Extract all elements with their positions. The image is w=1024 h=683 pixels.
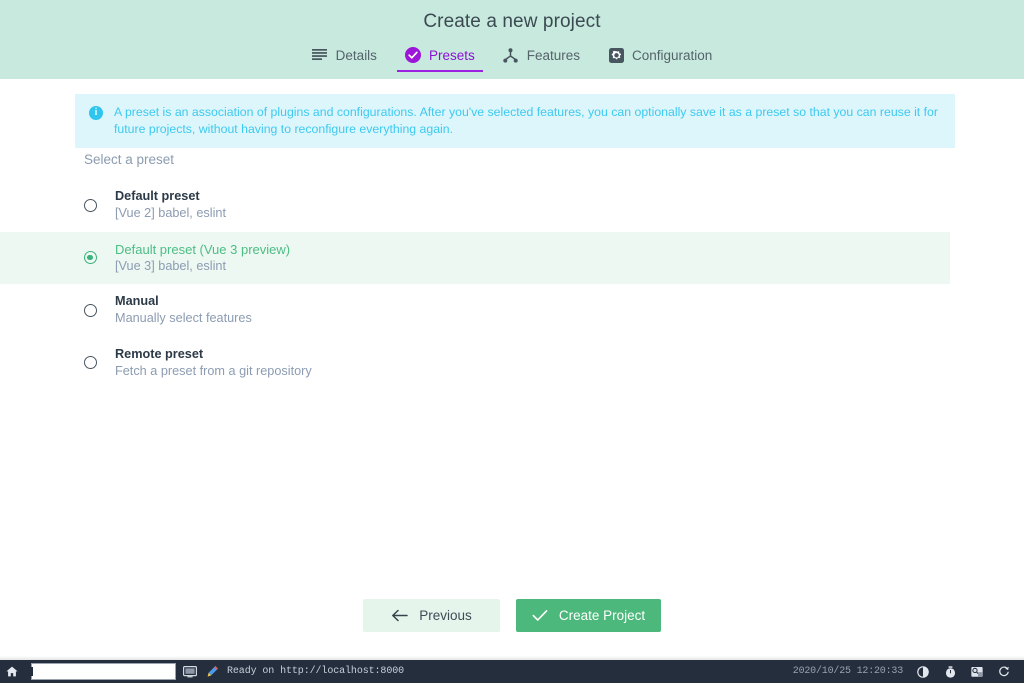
preset-description: Fetch a preset from a git repository bbox=[115, 363, 312, 378]
info-banner-text: A preset is an association of plugins an… bbox=[114, 105, 938, 136]
radio-button[interactable] bbox=[84, 303, 97, 317]
create-project-button-label: Create Project bbox=[558, 608, 646, 623]
wizard-tabs: Details Presets Features Configuration bbox=[0, 44, 1024, 72]
preset-text: Default preset (Vue 3 preview) [Vue 3] b… bbox=[115, 242, 290, 274]
section-label-select-preset: Select a preset bbox=[84, 152, 175, 167]
preset-option-default-vue2[interactable]: Default preset [Vue 2] babel, eslint bbox=[0, 179, 950, 232]
tab-features[interactable]: Features bbox=[489, 44, 594, 72]
preset-option-default-vue3-preview[interactable]: Default preset (Vue 3 preview) [Vue 3] b… bbox=[0, 231, 950, 284]
app-window: Create a new project Details Presets Fea… bbox=[0, 0, 1024, 683]
preset-title: Default preset (Vue 3 preview) bbox=[115, 241, 291, 257]
pencil-icon[interactable] bbox=[203, 665, 222, 678]
timer-icon[interactable] bbox=[944, 665, 956, 678]
gear-square-icon bbox=[608, 47, 624, 63]
tab-details-label: Details bbox=[335, 47, 377, 63]
tab-presets[interactable]: Presets bbox=[391, 44, 489, 72]
taskbar-status-text: Ready on http://localhost:8000 bbox=[227, 666, 405, 677]
check-icon bbox=[532, 609, 548, 622]
preset-option-remote-preset[interactable]: Remote preset Fetch a preset from a git … bbox=[0, 337, 950, 390]
preset-text: Remote preset Fetch a preset from a git … bbox=[115, 347, 312, 379]
brightness-icon[interactable] bbox=[917, 665, 929, 678]
preset-text: Manual Manually select features bbox=[115, 294, 252, 326]
arrow-left-icon bbox=[391, 609, 408, 622]
info-banner: i A preset is an association of plugins … bbox=[75, 94, 955, 148]
preset-title: Remote preset bbox=[115, 346, 204, 361]
create-project-button[interactable]: Create Project bbox=[516, 599, 661, 632]
radio-button[interactable] bbox=[84, 356, 97, 370]
taskbar-clock: 2020/10/25 12:20:33 bbox=[792, 666, 903, 677]
footer-actions: Previous Create Project bbox=[0, 599, 1024, 632]
tab-configuration-label: Configuration bbox=[632, 47, 713, 63]
list-lines-icon bbox=[312, 47, 328, 63]
tab-configuration[interactable]: Configuration bbox=[594, 44, 726, 72]
preset-title: Default preset bbox=[115, 189, 200, 204]
main-content: i A preset is an association of plugins … bbox=[0, 79, 1024, 660]
refresh-icon[interactable] bbox=[998, 666, 1010, 678]
monitor-icon[interactable] bbox=[180, 665, 199, 678]
taskbar: Ready on http://localhost:8000 2020/10/2… bbox=[0, 656, 1024, 683]
hierarchy-icon bbox=[503, 47, 519, 63]
radio-button[interactable] bbox=[84, 251, 97, 265]
tab-presets-label: Presets bbox=[428, 47, 475, 63]
previous-button[interactable]: Previous bbox=[363, 599, 500, 632]
preset-description: [Vue 2] babel, eslint bbox=[115, 206, 226, 221]
taskbar-window-item[interactable] bbox=[24, 663, 176, 680]
preset-title: Manual bbox=[115, 294, 159, 309]
preset-text: Default preset [Vue 2] babel, eslint bbox=[115, 189, 226, 221]
keyboard-layout-icon[interactable] bbox=[971, 666, 983, 678]
home-icon[interactable] bbox=[0, 666, 24, 677]
radio-button[interactable] bbox=[84, 198, 97, 212]
check-circle-icon bbox=[404, 47, 421, 63]
tab-details[interactable]: Details bbox=[298, 44, 391, 72]
taskbar-tray bbox=[917, 665, 1010, 678]
info-icon: i bbox=[89, 106, 103, 120]
preset-description: Manually select features bbox=[115, 311, 252, 326]
page-title: Create a new project bbox=[423, 11, 601, 32]
preset-description: [Vue 3] babel, eslint bbox=[115, 258, 226, 273]
tab-features-label: Features bbox=[526, 47, 580, 63]
preset-option-manual[interactable]: Manual Manually select features bbox=[0, 284, 950, 337]
previous-button-label: Previous bbox=[419, 608, 472, 623]
preset-list: Default preset [Vue 2] babel, eslint Def… bbox=[0, 179, 950, 389]
page-header: Create a new project Details Presets Fea… bbox=[0, 0, 1024, 79]
